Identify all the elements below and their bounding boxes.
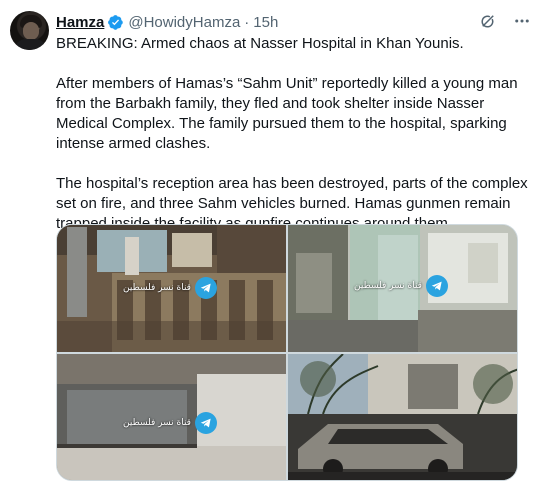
more-icon[interactable] [512,11,532,31]
watermark: قناة نسر فلسطين [123,412,217,434]
telegram-icon [425,275,448,297]
watermark: قناة نسر فلسطين [354,275,448,297]
telegram-icon [194,412,217,434]
separator-dot: · [244,13,250,31]
author-name[interactable]: Hamza [56,14,104,31]
grok-icon[interactable] [478,11,498,31]
watermark-text: قناة نسر فلسطين [123,418,191,428]
tweet-header: Hamza @HowidyHamza · 15h [56,12,532,32]
media-image-reception-counter[interactable]: قناة نسر فلسطين [57,354,286,480]
tweet-paragraph: After members of Hamas’s “Sahm Unit” rep… [56,75,518,152]
tweet-paragraph: BREAKING: Armed chaos at Nasser Hospital… [56,35,464,52]
telegram-icon [194,277,217,299]
media-image-reception-window[interactable]: قناة نسر فلسطين [57,225,286,352]
verified-badge-icon [107,14,124,31]
post-time[interactable]: 15h [253,14,278,31]
watermark-text: قناة نسر فلسطين [354,281,422,291]
tweet[interactable]: Hamza @HowidyHamza · 15h BREAKING: Armed… [0,0,542,488]
avatar[interactable] [10,11,49,50]
media-image-burned-vehicles[interactable] [288,354,517,480]
tweet-text: BREAKING: Armed chaos at Nasser Hospital… [56,34,532,254]
watermark: قناة نسر فلسطين [123,277,217,299]
media-image-hospital-hallway[interactable]: قناة نسر فلسطين [288,225,517,352]
media-grid: قناة نسر فلسطين قناة نسر فلسطين قناة نسر… [56,224,518,481]
author-handle[interactable]: @HowidyHamza [128,14,240,31]
watermark-text: قناة نسر فلسطين [123,283,191,293]
